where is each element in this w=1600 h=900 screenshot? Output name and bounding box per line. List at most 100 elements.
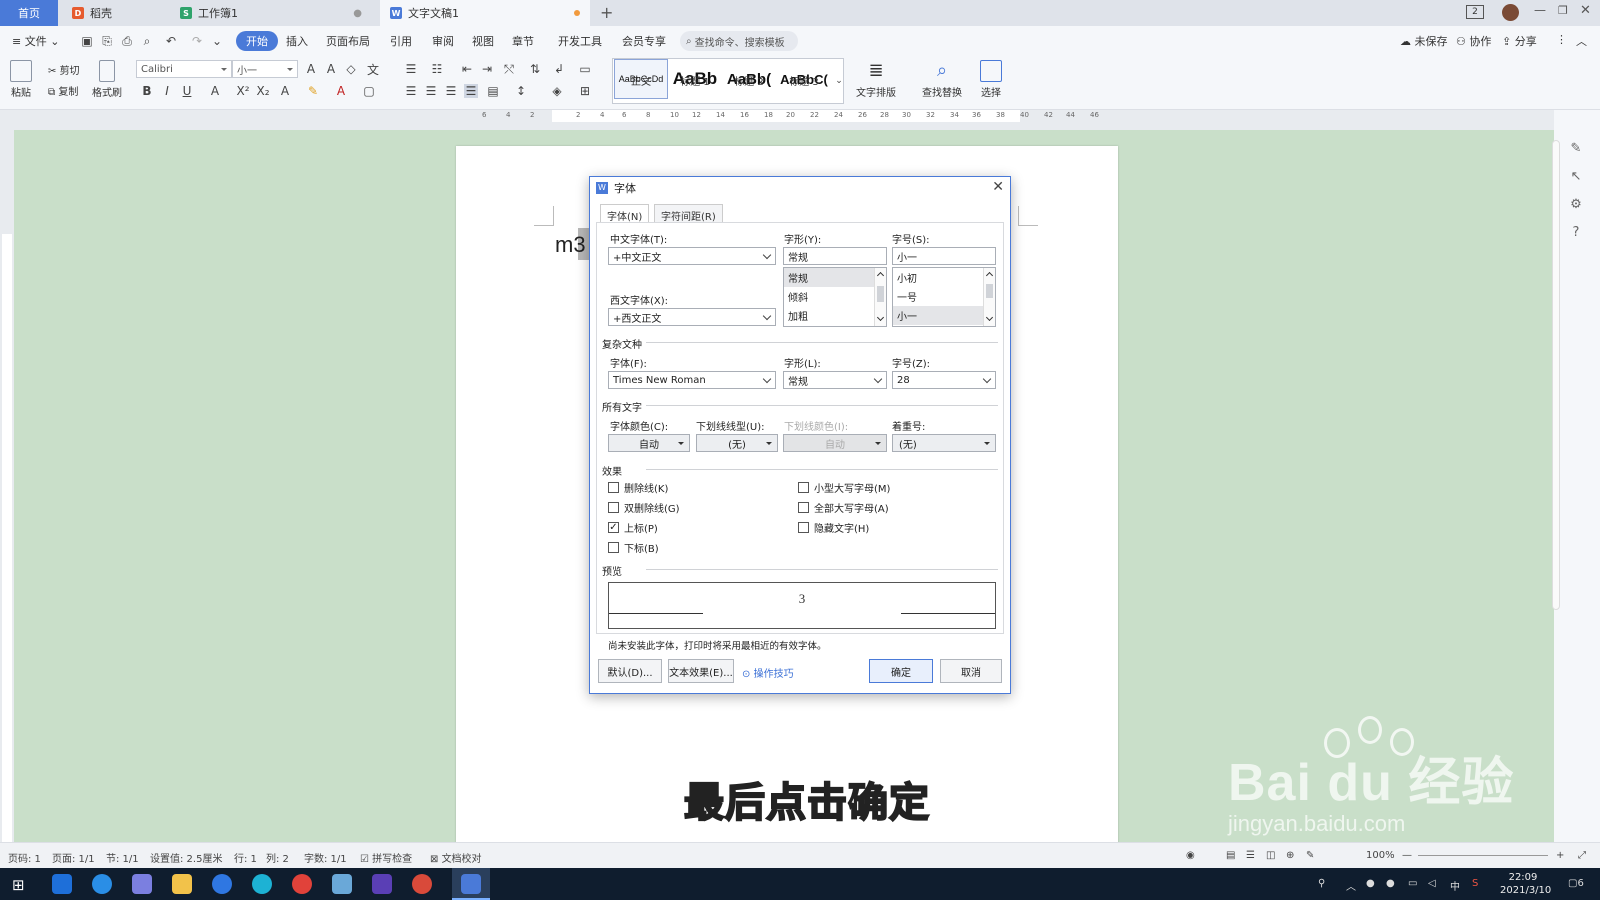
- export-pdf-icon[interactable]: ⎘: [100, 34, 114, 48]
- tab-docer[interactable]: D 稻壳: [62, 0, 166, 26]
- align-right-icon[interactable]: ☰: [444, 84, 458, 98]
- text-box-icon[interactable]: ▭: [578, 62, 592, 76]
- menu-home[interactable]: 开始: [236, 31, 278, 51]
- style-heading-3[interactable]: AaBbC( 标题 3: [776, 59, 832, 99]
- document-text[interactable]: m3: [555, 232, 586, 258]
- select-button[interactable]: 选择: [980, 60, 1002, 99]
- checkbox-double-strikethrough[interactable]: 双删除线(G): [608, 500, 680, 515]
- style-list-scrollbar[interactable]: [874, 268, 886, 326]
- checkbox-all-caps[interactable]: 全部大写字母(A): [798, 500, 889, 515]
- highlight-icon[interactable]: ✎: [306, 84, 320, 98]
- char-border-icon[interactable]: ▢: [362, 84, 376, 98]
- font-size-combo[interactable]: 小一: [232, 60, 298, 78]
- copy-button[interactable]: ⧉ 复制: [48, 83, 78, 98]
- font-color-icon[interactable]: A: [334, 84, 348, 98]
- tab-workbook[interactable]: S 工作簿1 ●: [170, 0, 370, 26]
- size-list[interactable]: 小初 一号 小一: [892, 267, 996, 327]
- indent-icon[interactable]: ⇥: [480, 62, 494, 76]
- menu-view[interactable]: 视图: [472, 33, 494, 49]
- checkbox-box[interactable]: [608, 482, 619, 493]
- phonetic-icon[interactable]: 文: [366, 62, 380, 77]
- page-view-icon[interactable]: ▤: [1226, 850, 1235, 861]
- complex-font-combo[interactable]: Times New Roman: [608, 371, 776, 389]
- menu-reference[interactable]: 引用: [390, 33, 412, 49]
- more-icon[interactable]: ⋮: [1556, 33, 1567, 46]
- customize-icon[interactable]: ⌄: [210, 34, 224, 48]
- menu-chapter[interactable]: 章节: [512, 33, 534, 49]
- tips-link[interactable]: ⊙ 操作技巧: [742, 665, 794, 680]
- collapse-ribbon-icon[interactable]: ︿: [1576, 33, 1587, 49]
- zoom-out-icon[interactable]: —: [1402, 850, 1412, 861]
- page-indicator[interactable]: 2: [1466, 5, 1484, 19]
- text-effect-icon[interactable]: A: [278, 84, 292, 98]
- list-item[interactable]: 常规: [784, 268, 886, 287]
- app-icon[interactable]: [92, 874, 112, 894]
- checkbox-box[interactable]: [798, 522, 809, 533]
- size-input[interactable]: 小一: [892, 247, 996, 265]
- app-icon[interactable]: [252, 874, 272, 894]
- notification-icon[interactable]: ▢6: [1568, 878, 1584, 889]
- edit-icon[interactable]: ✎: [1568, 140, 1584, 156]
- borders-icon[interactable]: ⊞: [578, 84, 592, 98]
- menu-developer[interactable]: 开发工具: [558, 33, 602, 49]
- list-item[interactable]: 小一: [893, 306, 995, 325]
- checkbox-small-caps[interactable]: 小型大写字母(M): [798, 480, 890, 495]
- numbering-icon[interactable]: ☷: [430, 62, 444, 76]
- font-color-select[interactable]: 自动: [608, 434, 690, 452]
- print-preview-icon[interactable]: ⌕: [140, 34, 154, 48]
- print-icon[interactable]: ⎙: [120, 34, 134, 48]
- windows-start-icon[interactable]: ⊞: [12, 876, 25, 894]
- superscript-icon[interactable]: X²: [236, 84, 250, 98]
- grow-font-icon[interactable]: A: [304, 62, 318, 76]
- help-icon[interactable]: ?: [1568, 224, 1584, 240]
- outline-view-icon[interactable]: ☰: [1246, 850, 1255, 861]
- emphasis-select[interactable]: (无): [892, 434, 996, 452]
- wps-taskbar-item[interactable]: [452, 868, 490, 900]
- style-list[interactable]: 常规 倾斜 加粗: [783, 267, 887, 327]
- chinese-layout-icon[interactable]: ⤲: [502, 62, 516, 76]
- menu-layout[interactable]: 页面布局: [326, 33, 370, 49]
- tab-home[interactable]: 首页: [0, 0, 58, 26]
- unsaved-status[interactable]: ☁ 未保存: [1400, 33, 1448, 49]
- list-item[interactable]: 倾斜: [784, 287, 886, 306]
- volume-icon[interactable]: ◁: [1428, 878, 1436, 889]
- tab-char-spacing[interactable]: 字符间距(R): [654, 204, 723, 223]
- underline-select[interactable]: (无): [696, 434, 778, 452]
- shading-icon[interactable]: ◈: [550, 84, 564, 98]
- file-menu[interactable]: ≡ 文件 ⌄: [12, 33, 59, 49]
- show-marks-icon[interactable]: ↲: [552, 62, 566, 76]
- find-replace-button[interactable]: ⌕ 查找替换: [922, 60, 962, 99]
- menu-insert[interactable]: 插入: [286, 33, 308, 49]
- cn-font-combo[interactable]: +中文正文: [608, 247, 776, 265]
- shrink-font-icon[interactable]: A: [324, 62, 338, 76]
- font-name-combo[interactable]: Calibri: [136, 60, 232, 78]
- close-icon[interactable]: ✕: [992, 179, 1004, 195]
- checkbox-box[interactable]: [608, 542, 619, 553]
- bold-icon[interactable]: B: [140, 84, 154, 98]
- settings-icon[interactable]: ⚙: [1568, 196, 1584, 212]
- complex-style-combo[interactable]: 常规: [783, 371, 887, 389]
- size-list-scrollbar[interactable]: [983, 268, 995, 326]
- menu-review[interactable]: 审阅: [432, 33, 454, 49]
- text-effect-button[interactable]: 文本效果(E)...: [668, 659, 734, 683]
- avatar[interactable]: [1502, 4, 1519, 21]
- subscript-icon[interactable]: X₂: [256, 84, 270, 98]
- share-button[interactable]: ⇪ 分享: [1502, 33, 1537, 49]
- line-spacing-icon[interactable]: ↕: [514, 84, 528, 98]
- collaborate-button[interactable]: ⚇ 协作: [1456, 33, 1491, 49]
- fullscreen-icon[interactable]: ⤢: [1578, 850, 1586, 861]
- write-icon[interactable]: ✎: [1306, 850, 1314, 861]
- align-left-icon[interactable]: ☰: [404, 84, 418, 98]
- vertical-scrollbar[interactable]: [1552, 140, 1560, 610]
- media-icon[interactable]: [372, 874, 392, 894]
- checkbox-box[interactable]: [798, 502, 809, 513]
- section-count[interactable]: 节: 1/1: [106, 850, 139, 865]
- checkbox-superscript[interactable]: ✓ 上标(P): [608, 520, 658, 535]
- chrome-icon[interactable]: [412, 874, 432, 894]
- zoom-in-icon[interactable]: +: [1556, 850, 1564, 861]
- strikethrough-icon[interactable]: A: [208, 84, 222, 98]
- west-font-combo[interactable]: +西文正文: [608, 308, 776, 326]
- ok-button[interactable]: 确定: [869, 659, 933, 683]
- web-view-icon[interactable]: ◫: [1266, 850, 1275, 861]
- people-icon[interactable]: ⚲: [1318, 878, 1325, 889]
